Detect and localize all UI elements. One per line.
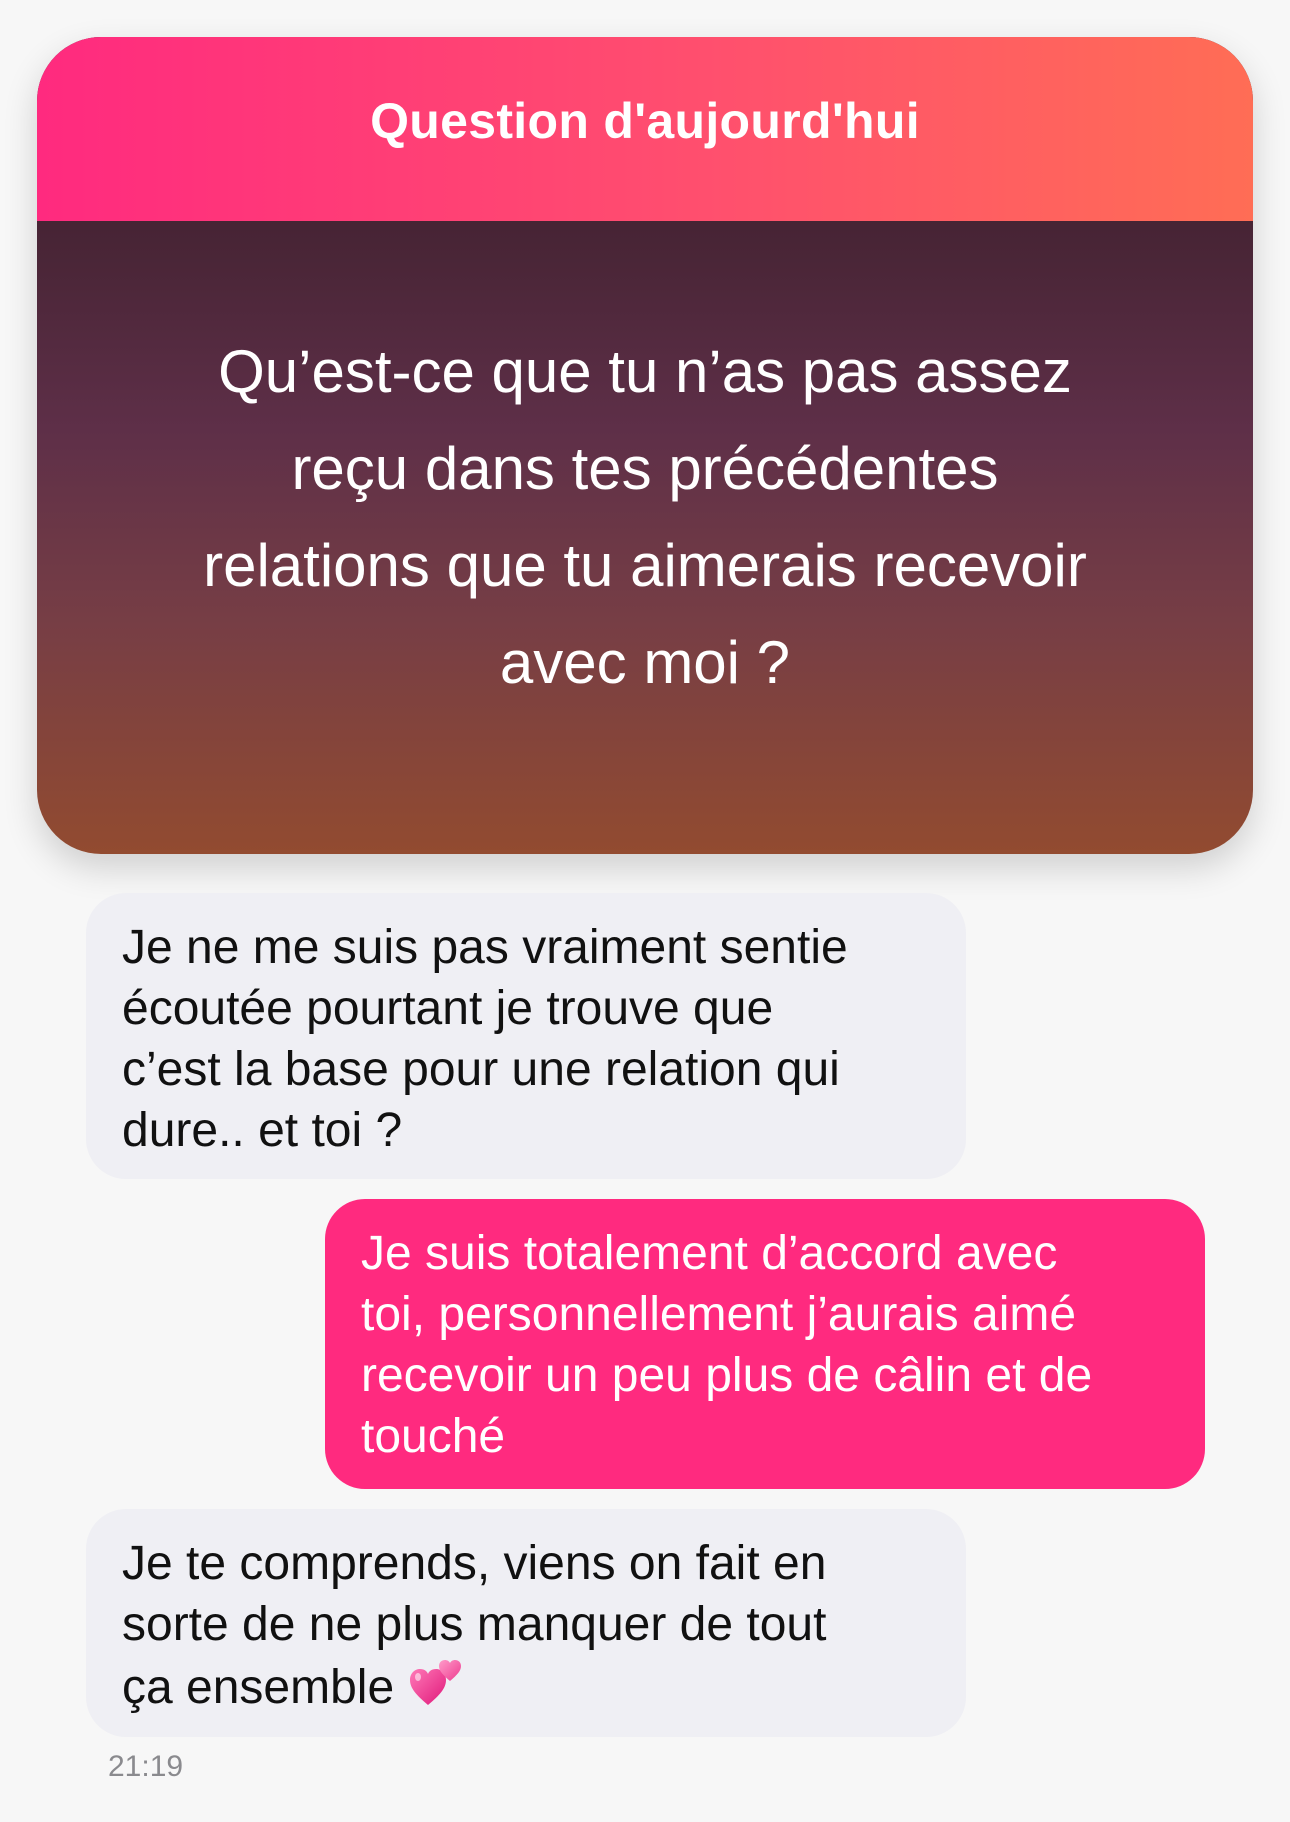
message-line: recevoir un peu plus de câlin et de [361,1349,1093,1402]
message-line: touché [361,1410,506,1463]
question-text: Qu’est-ce que tu n’as pas assez reçu dan… [107,323,1183,711]
message-line: écoutée pourtant je trouve que [122,982,774,1035]
question-line: reçu dans tes précédentes [291,435,999,502]
question-line: relations que tu aimerais recevoir [203,532,1087,599]
message-line-text: ça ensemble [122,1661,395,1714]
question-line: avec moi ? [499,629,791,696]
message-bubble-received[interactable]: Je ne me suis pas vraiment sentie écouté… [86,893,966,1179]
question-header: Question d'aujourd'hui [37,37,1253,221]
two-hearts-icon [408,1655,464,1726]
message-line: Je te comprends, viens on fait en [122,1537,827,1590]
message-line: Je ne me suis pas vraiment sentie [122,921,848,974]
message-line: sorte de ne plus manquer de tout [122,1598,827,1651]
message-bubble-sent[interactable]: Je suis totalement d’accord avec toi, pe… [325,1199,1205,1489]
message-line: toi, personnellement j’aurais aimé [361,1288,1077,1341]
message-bubble-received[interactable]: Je te comprends, viens on fait en sorte … [86,1509,966,1737]
question-header-title: Question d'aujourd'hui [370,93,920,149]
question-card: Question d'aujourd'hui Qu’est-ce que tu … [37,37,1253,854]
message-line: dure.. et toi ? [122,1104,403,1157]
message-line: Je suis totalement d’accord avec [361,1227,1058,1280]
question-line: Qu’est-ce que tu n’as pas assez [218,338,1072,405]
message-line-with-emoji: ça ensemble [122,1655,930,1726]
message-line: c’est la base pour une relation qui [122,1043,840,1096]
message-timestamp: 21:19 [108,1750,184,1783]
chat-screen: Question d'aujourd'hui Qu’est-ce que tu … [0,0,1290,1822]
